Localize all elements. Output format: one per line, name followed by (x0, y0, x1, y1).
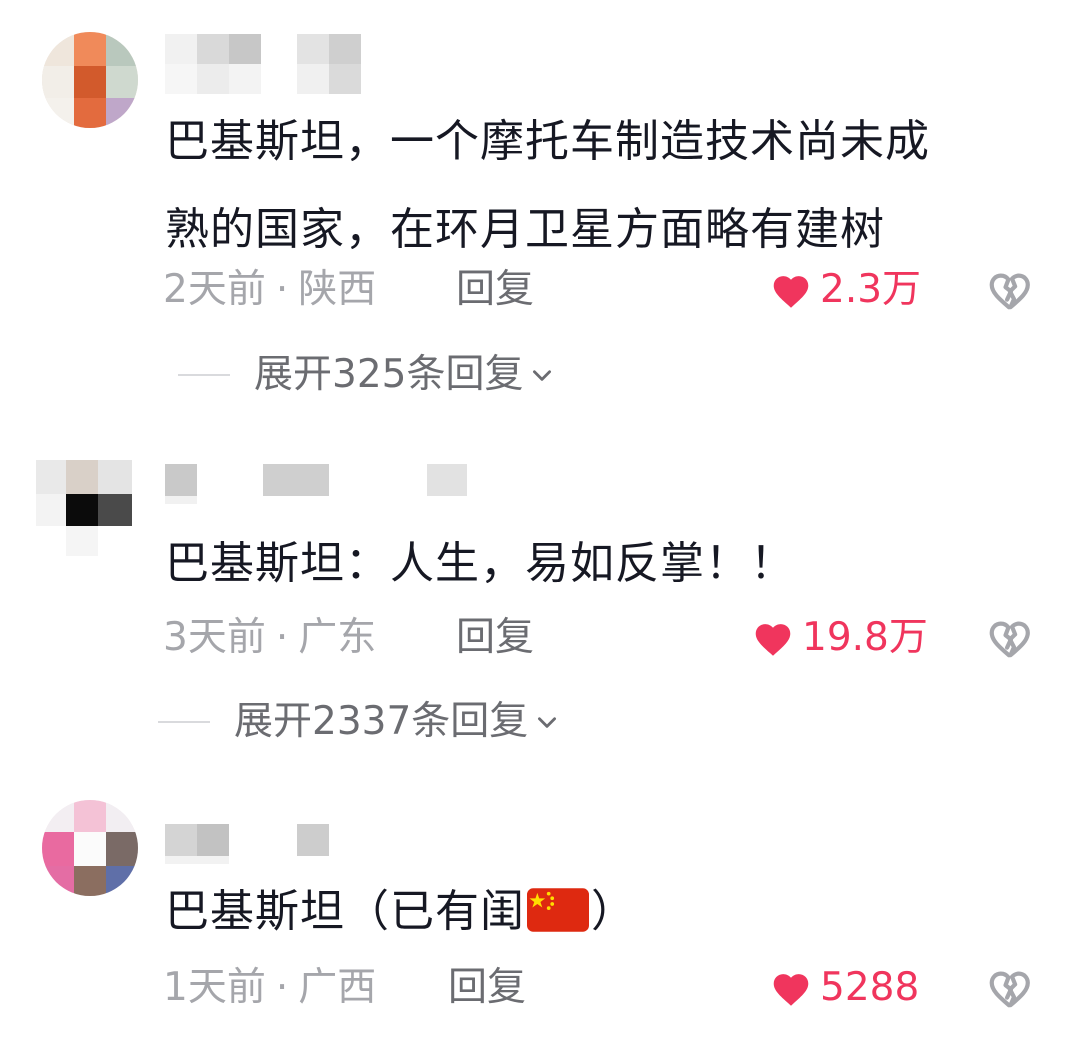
reply-button[interactable]: 回复 (456, 262, 534, 318)
comment-text-line: 熟的国家，在环月卫星方面略有建树 (165, 204, 885, 255)
comment-location: 陕西 (298, 267, 377, 312)
divider-line (178, 374, 230, 376)
expand-replies-label: 展开2337条回复 (234, 699, 529, 744)
comment-time: 2天前 (163, 267, 266, 312)
divider-line (158, 721, 210, 723)
reply-button[interactable]: 回复 (448, 960, 526, 1016)
like-button[interactable]: 19.8万 (752, 610, 928, 666)
like-button[interactable]: 5288 (770, 960, 919, 1016)
heart-icon (773, 276, 809, 308)
comment-meta: 3天前 · 广东 (163, 610, 376, 666)
broken-heart-icon[interactable] (986, 966, 1032, 1012)
china-flag-emoji (527, 888, 589, 932)
avatar[interactable] (42, 800, 138, 896)
comment-text-line: 巴基斯坦：人生，易如反掌！！ (165, 538, 795, 589)
meta-separator: · (275, 965, 289, 1010)
reply-button[interactable]: 回复 (456, 610, 534, 666)
chevron-down-icon (538, 717, 557, 728)
broken-heart-icon[interactable] (986, 616, 1032, 662)
avatar[interactable] (42, 32, 138, 128)
like-count: 19.8万 (802, 615, 928, 660)
comment-text-prefix: 巴基斯坦（已有闺 (165, 886, 525, 937)
heart-icon (755, 624, 791, 656)
comment-location: 广东 (298, 615, 377, 660)
comment-location: 广西 (298, 965, 377, 1010)
comment-text-line: 巴基斯坦，一个摩托车制造技术尚未成 (165, 116, 930, 167)
meta-separator: · (275, 267, 289, 312)
comment-time: 1天前 (163, 965, 266, 1010)
broken-heart-icon[interactable] (986, 268, 1032, 314)
comment-text: 巴基斯坦：人生，易如反掌！！ (165, 520, 1045, 608)
like-count: 5288 (820, 965, 920, 1010)
comment-meta: 1天前 · 广西 (163, 960, 376, 1016)
username-blurred[interactable] (165, 462, 485, 526)
heart-icon (773, 974, 809, 1006)
comment-time: 3天前 (163, 615, 266, 660)
like-count: 2.3万 (820, 267, 922, 312)
comment-text: 巴基斯坦，一个摩托车制造技术尚未成 熟的国家，在环月卫星方面略有建树 (165, 98, 1045, 274)
comment-meta: 2天前 · 陕西 (163, 262, 376, 318)
avatar[interactable] (36, 460, 132, 556)
username-blurred[interactable] (165, 32, 485, 96)
expand-replies-button[interactable]: 展开2337条回复 (158, 694, 560, 750)
like-button[interactable]: 2.3万 (770, 262, 921, 318)
comment-item: 巴基斯坦（已有闺 ） 1天前 · 广西 回复 5288 (0, 790, 1080, 1044)
comment-item: 巴基斯坦：人生，易如反掌！！ 3天前 · 广东 回复 19.8万 展开2337条回复 (0, 440, 1080, 780)
comment-text: 巴基斯坦（已有闺 ） (165, 868, 1045, 956)
comment-item: 巴基斯坦，一个摩托车制造技术尚未成 熟的国家，在环月卫星方面略有建树 2天前 · 陕… (0, 0, 1080, 420)
expand-replies-button[interactable]: 展开325条回复 (178, 347, 555, 403)
expand-replies-label: 展开325条回复 (254, 352, 524, 397)
comment-text-suffix: ） (591, 886, 636, 937)
chevron-down-icon (533, 370, 552, 381)
meta-separator: · (275, 615, 289, 660)
